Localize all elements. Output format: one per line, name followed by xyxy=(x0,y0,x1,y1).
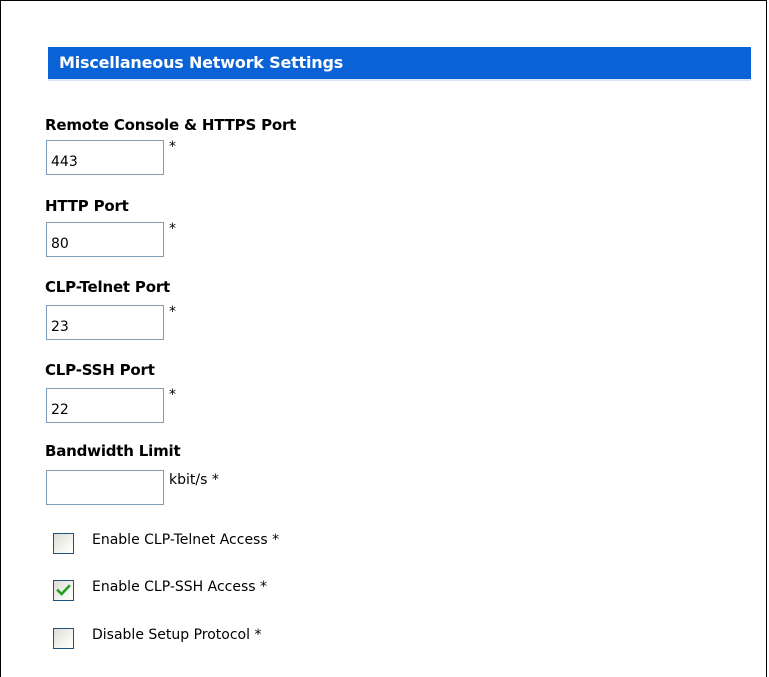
http-port-required-marker: * xyxy=(169,221,176,237)
clp-ssh-port-required-marker: * xyxy=(169,387,176,403)
clp-telnet-port-input[interactable] xyxy=(46,305,164,340)
settings-panel: Miscellaneous Network Settings Remote Co… xyxy=(0,0,767,677)
https-port-label: Remote Console & HTTPS Port xyxy=(45,116,297,134)
checkmark-icon xyxy=(56,584,71,596)
enable-clp-ssh-checkbox[interactable] xyxy=(53,580,74,601)
enable-clp-telnet-label[interactable]: Enable CLP-Telnet Access * xyxy=(92,532,279,548)
disable-setup-protocol-label[interactable]: Disable Setup Protocol * xyxy=(92,627,261,643)
https-port-input[interactable] xyxy=(46,140,164,175)
section-title: Miscellaneous Network Settings xyxy=(59,53,344,72)
clp-ssh-port-input[interactable] xyxy=(46,388,164,423)
section-header: Miscellaneous Network Settings xyxy=(48,47,751,81)
bandwidth-unit-label: kbit/s * xyxy=(169,472,219,488)
http-port-label: HTTP Port xyxy=(45,197,129,215)
enable-clp-telnet-checkbox[interactable] xyxy=(53,533,74,554)
http-port-input[interactable] xyxy=(46,222,164,257)
https-port-required-marker: * xyxy=(169,139,176,155)
bandwidth-limit-label: Bandwidth Limit xyxy=(45,442,181,460)
clp-ssh-port-label: CLP-SSH Port xyxy=(45,361,155,379)
bandwidth-limit-input[interactable] xyxy=(46,470,164,505)
clp-telnet-port-label: CLP-Telnet Port xyxy=(45,278,170,296)
clp-telnet-port-required-marker: * xyxy=(169,304,176,320)
enable-clp-ssh-label[interactable]: Enable CLP-SSH Access * xyxy=(92,579,267,595)
disable-setup-protocol-checkbox[interactable] xyxy=(53,628,74,649)
